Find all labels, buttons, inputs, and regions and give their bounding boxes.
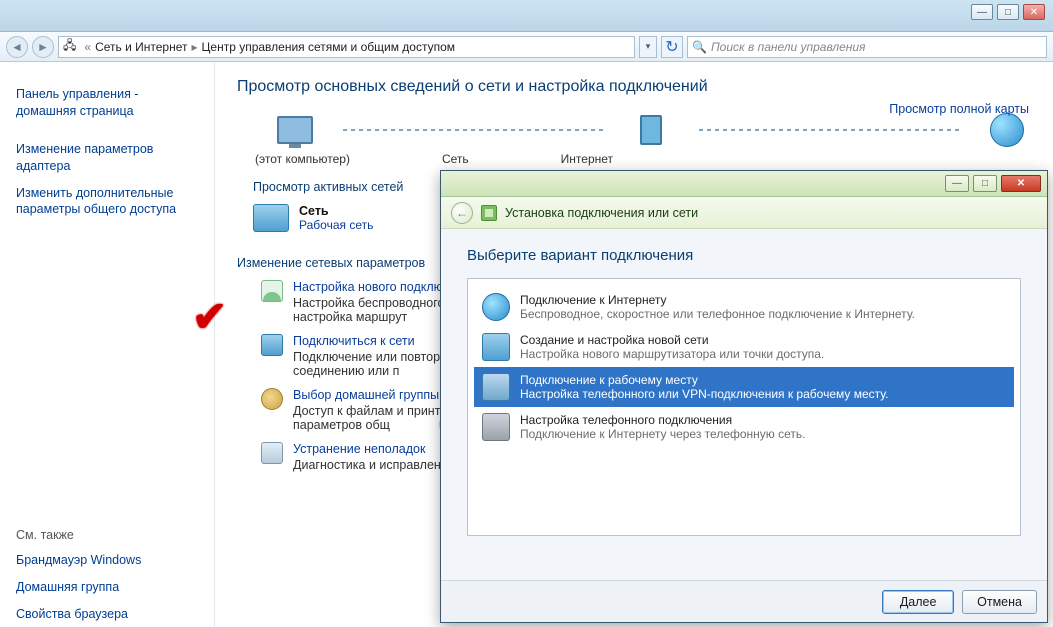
breadcrumb-current[interactable]: Центр управления сетями и общим доступом <box>202 40 456 54</box>
connect-network-icon <box>261 334 283 356</box>
parent-maximize-button[interactable]: □ <box>997 4 1019 20</box>
map-connector <box>699 129 959 131</box>
router-icon <box>482 333 510 361</box>
option-title: Настройка телефонного подключения <box>520 413 806 427</box>
dialog-minimize-button[interactable]: — <box>945 175 969 192</box>
option-desc: Подключение к Интернету через телефонную… <box>520 427 806 441</box>
sidebar-home-link[interactable]: Панель управления - домашняя страница <box>16 86 198 120</box>
breadcrumb[interactable]: 🖧 « Сеть и Интернет ▸ Центр управления с… <box>58 36 635 58</box>
parent-minimize-button[interactable]: — <box>971 4 993 20</box>
map-label-computer: (этот компьютер) <box>255 152 350 166</box>
breadcrumb-icon: 🖧 <box>63 36 76 57</box>
connection-options-list[interactable]: Подключение к Интернету Беспроводное, ск… <box>467 278 1021 536</box>
globe-icon <box>482 293 510 321</box>
option-internet[interactable]: Подключение к Интернету Беспроводное, ск… <box>474 287 1014 327</box>
chevron-icon: ▸ <box>192 40 198 54</box>
dialog-header-text: Установка подключения или сети <box>505 206 698 220</box>
search-icon: 🔍 <box>692 40 707 54</box>
dialog-header: ← Установка подключения или сети <box>441 197 1047 229</box>
map-connector <box>343 129 603 131</box>
seealso-browser-props[interactable]: Свойства браузера <box>16 606 198 623</box>
nav-back-button[interactable]: ◄ <box>6 36 28 58</box>
view-full-map-link[interactable]: Просмотр полной карты <box>889 102 1029 116</box>
network-icon <box>253 204 289 234</box>
workplace-icon <box>482 373 510 401</box>
dialog-close-button[interactable]: ✕ <box>1001 175 1041 192</box>
dialog-button-bar: Далее Отмена <box>441 580 1047 622</box>
option-title: Подключение к Интернету <box>520 293 915 307</box>
network-map-row <box>271 110 1031 150</box>
new-connection-icon <box>261 280 283 302</box>
chevron-icon: « <box>84 40 91 54</box>
refresh-button[interactable]: ↻ <box>661 36 683 58</box>
homegroup-icon <box>261 388 283 410</box>
nav-forward-button[interactable]: ► <box>32 36 54 58</box>
search-placeholder: Поиск в панели управления <box>711 40 866 54</box>
next-button[interactable]: Далее <box>882 590 954 614</box>
option-desc: Настройка нового маршрутизатора или точк… <box>520 347 824 361</box>
phone-icon <box>482 413 510 441</box>
connection-wizard-dialog: — □ ✕ ← Установка подключения или сети В… <box>440 170 1048 623</box>
sidebar-link-sharing-settings[interactable]: Изменить дополнительные параметры общего… <box>16 185 198 219</box>
breadcrumb-folder[interactable]: Сеть и Интернет <box>95 40 187 54</box>
internet-icon <box>983 110 1031 150</box>
parent-close-button[interactable]: ✕ <box>1023 4 1045 20</box>
map-label-network: Сеть <box>442 152 469 166</box>
wizard-icon <box>481 205 497 221</box>
option-desc: Диагностика и исправление <box>293 458 455 472</box>
option-desc: Беспроводное, скоростное или телефонное … <box>520 307 915 321</box>
dialog-maximize-button[interactable]: □ <box>973 175 997 192</box>
page-title: Просмотр основных сведений о сети и наст… <box>237 78 1031 96</box>
active-network-type[interactable]: Рабочая сеть <box>299 218 373 232</box>
seealso-homegroup[interactable]: Домашняя группа <box>16 579 198 596</box>
option-title[interactable]: Устранение неполадок <box>293 442 455 456</box>
active-network-name: Сеть <box>299 204 373 218</box>
sidebar: Панель управления - домашняя страница Из… <box>0 62 215 627</box>
option-dialup[interactable]: Настройка телефонного подключения Подклю… <box>474 407 1014 447</box>
sidebar-link-adapter-settings[interactable]: Изменение параметров адаптера <box>16 141 198 175</box>
seealso-firewall[interactable]: Брандмауэр Windows <box>16 552 198 569</box>
parent-window-titlebar: — □ ✕ <box>0 0 1053 32</box>
option-title: Создание и настройка новой сети <box>520 333 824 347</box>
address-bar: ◄ ► 🖧 « Сеть и Интернет ▸ Центр управлен… <box>0 32 1053 62</box>
cancel-button[interactable]: Отмена <box>962 590 1037 614</box>
network-icon <box>627 110 675 150</box>
option-new-network[interactable]: Создание и настройка новой сети Настройк… <box>474 327 1014 367</box>
option-workplace[interactable]: Подключение к рабочему месту Настройка т… <box>474 367 1014 407</box>
search-input[interactable]: 🔍 Поиск в панели управления <box>687 36 1047 58</box>
option-title: Подключение к рабочему месту <box>520 373 888 387</box>
dialog-title: Выберите вариант подключения <box>467 247 1021 264</box>
dialog-back-button[interactable]: ← <box>451 202 473 224</box>
troubleshoot-icon <box>261 442 283 464</box>
breadcrumb-dropdown-button[interactable]: ▾ <box>639 36 657 58</box>
computer-icon <box>271 110 319 150</box>
map-label-internet: Интернет <box>561 152 613 166</box>
dialog-titlebar[interactable]: — □ ✕ <box>441 171 1047 197</box>
option-desc: Настройка телефонного или VPN-подключени… <box>520 387 888 401</box>
seealso-heading: См. также <box>16 528 198 542</box>
